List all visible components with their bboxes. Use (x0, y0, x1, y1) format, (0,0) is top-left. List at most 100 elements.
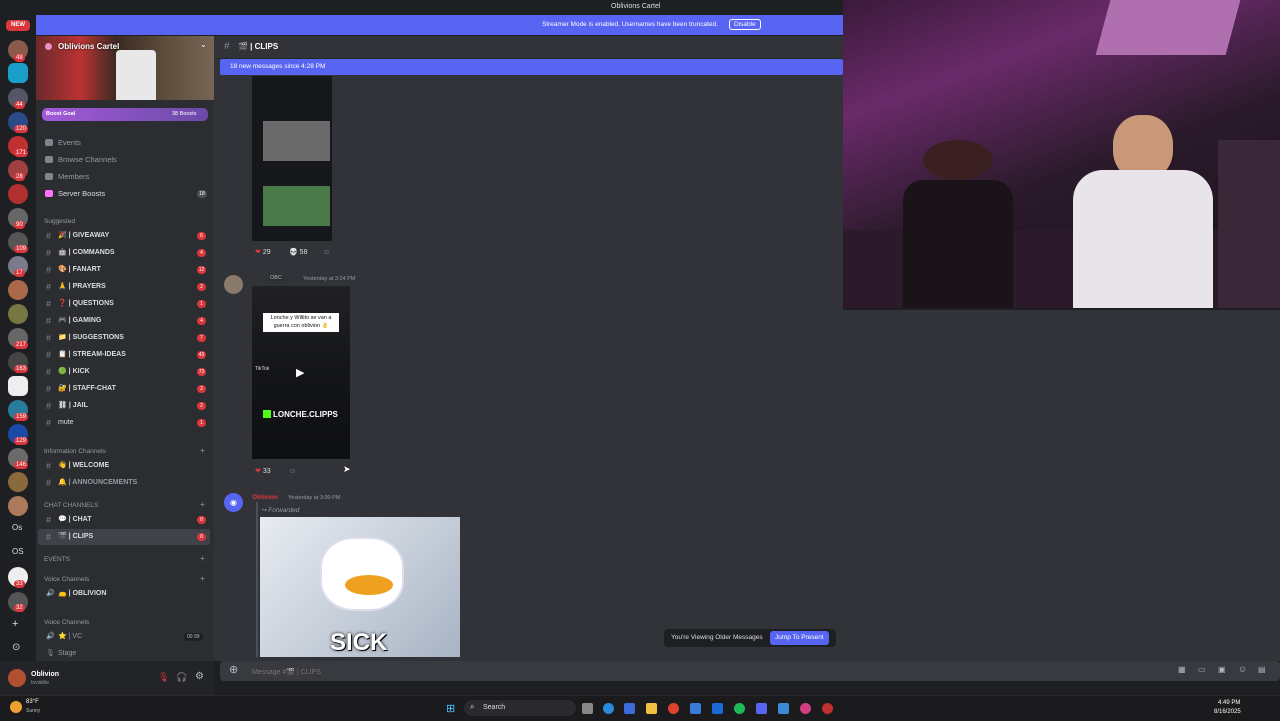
mouse-cursor: ➤ (343, 464, 351, 474)
calendar-icon (45, 139, 53, 146)
task-view-icon[interactable] (582, 703, 593, 714)
channel-clips-active[interactable]: # 🎬 | CLIPS 8 (38, 529, 210, 545)
app-icon[interactable] (778, 703, 789, 714)
video-attachment[interactable]: Lonche y Willito se van a guerra con obl… (252, 286, 350, 459)
channel-kick[interactable]: # 🟢 | KICK 73 (36, 364, 214, 380)
gift-icon[interactable]: ▦ (1178, 665, 1186, 674)
channel-staff-chat[interactable]: # 🔐 | STAFF-CHAT 2 (36, 381, 214, 397)
weather-temp[interactable]: 83°F (26, 699, 39, 705)
file-explorer-icon[interactable] (646, 703, 657, 714)
person-head (923, 140, 993, 180)
server-icon[interactable] (8, 496, 28, 516)
section-events[interactable]: EVENTS (44, 556, 70, 563)
sticker-icon[interactable]: ▣ (1218, 665, 1226, 674)
server-icon-active[interactable] (8, 63, 28, 83)
add-channel-icon[interactable]: + (200, 554, 205, 563)
reaction-heart[interactable]: ❤ 29 (255, 247, 271, 259)
apps-icon[interactable]: ▤ (1258, 665, 1266, 674)
gif-attachment[interactable]: SICK (260, 517, 460, 657)
channel-questions[interactable]: # ❓ | QUESTIONS 1 (36, 296, 214, 312)
channel-welcome[interactable]: # 👋 | WELCOME (36, 458, 214, 474)
section-voice-2[interactable]: Voice Channels (44, 619, 89, 626)
play-icon[interactable]: ▶ (296, 366, 304, 379)
server-icon[interactable] (8, 184, 28, 204)
discord-icon[interactable] (756, 703, 767, 714)
section-suggested[interactable]: Suggested (44, 218, 75, 225)
discord-avatar-icon[interactable]: ◉ (224, 493, 243, 512)
section-information[interactable]: Information Channels (44, 448, 106, 455)
channel-chat[interactable]: # 💬 | CHAT 8 (36, 512, 214, 528)
clock-date[interactable]: 8/16/2025 (1214, 709, 1241, 715)
avatar[interactable] (8, 669, 26, 687)
message-author[interactable]: Oblivion (252, 494, 278, 501)
store-icon[interactable] (690, 703, 701, 714)
voice-channel-vc[interactable]: 🔊 ⭐ | VC 00 99 (36, 629, 214, 645)
channel-fanart[interactable]: # 🎨 | FANART 12 (36, 262, 214, 278)
menu-events[interactable]: Events (58, 138, 81, 147)
explore-icon[interactable]: ⊙ (12, 642, 20, 653)
emoji-icon[interactable]: ☺ (1238, 664, 1247, 674)
boost-goal-bar[interactable]: Boost Goal 38 Boosts (42, 108, 208, 121)
copilot-icon[interactable] (624, 703, 635, 714)
section-chat[interactable]: CHAT CHANNELS (44, 502, 98, 509)
disable-streamer-button[interactable]: Disable (729, 19, 761, 30)
channel-giveaway[interactable]: # 🎉 | GIVEAWAY 6 (36, 228, 214, 244)
server-name[interactable]: Oblivions Cartel (58, 42, 119, 51)
menu-members[interactable]: Members (58, 172, 89, 181)
window-titlebar: Oblivions Cartel (36, 0, 843, 15)
weather-desc: Sunny (26, 708, 41, 714)
server-initials[interactable]: Os (12, 523, 22, 532)
deafen-icon[interactable]: 🎧 (176, 672, 187, 683)
server-icon[interactable] (8, 472, 28, 492)
rail-badge: 33 (14, 580, 25, 588)
edge-icon[interactable] (603, 703, 614, 714)
server-icon[interactable] (8, 304, 28, 324)
obs-icon[interactable] (822, 703, 833, 714)
mute-mic-icon[interactable]: 🎙 (158, 672, 169, 683)
gif-icon[interactable]: ▭ (1198, 665, 1206, 674)
channel-mute[interactable]: # mute 1 (36, 415, 214, 431)
outlook-icon[interactable] (712, 703, 723, 714)
message-input[interactable] (250, 664, 754, 680)
chevron-down-icon[interactable]: ⌄ (200, 40, 207, 49)
jump-to-present-button[interactable]: Jump To Present (770, 631, 829, 645)
menu-server-boosts[interactable]: Server Boosts (58, 189, 105, 198)
server-initials[interactable]: OS (12, 547, 24, 556)
add-reaction-icon[interactable]: ☺ (323, 247, 330, 259)
stage-channel[interactable]: 🎙 Stage (36, 646, 214, 662)
voice-channel-oblivion[interactable]: 🔊 👝 | OBLIVION (36, 586, 214, 602)
chrome-icon[interactable] (668, 703, 679, 714)
channel-jail[interactable]: # ⛓ | JAIL 2 (36, 398, 214, 414)
add-channel-icon[interactable]: + (200, 446, 205, 455)
settings-gear-icon[interactable]: ⚙ (195, 671, 204, 682)
clock-time[interactable]: 4:49 PM (1218, 700, 1240, 706)
menu-browse-channels[interactable]: Browse Channels (58, 155, 117, 164)
attach-plus-icon[interactable]: ⊕ (229, 663, 238, 676)
channel-stream-ideas[interactable]: # 📋 | STREAM-IDEAS 43 (36, 347, 214, 363)
channel-suggestions[interactable]: # 📁 | SUGGESTIONS 7 (36, 330, 214, 346)
avatar[interactable] (224, 275, 243, 294)
windows-start-icon[interactable]: ⊞ (446, 702, 455, 715)
add-server-icon[interactable]: + (12, 618, 18, 630)
gif-caption: SICK (330, 629, 388, 656)
channel-announcements[interactable]: # 🔔 | ANNOUNCEMENTS (36, 475, 214, 491)
reaction-skull[interactable]: 💀 58 (289, 247, 307, 259)
person-partial (1218, 140, 1280, 308)
channel-gaming[interactable]: # 🎮 | GAMING 4 (36, 313, 214, 329)
server-icon[interactable] (8, 280, 28, 300)
app-icon[interactable] (800, 703, 811, 714)
add-channel-icon[interactable]: + (200, 574, 205, 583)
server-icon[interactable] (8, 376, 28, 396)
add-channel-icon[interactable]: + (200, 500, 205, 509)
reaction-heart[interactable]: ❤ 33 (255, 466, 271, 478)
channel-prayers[interactable]: # 🙏 | PRAYERS 2 (36, 279, 214, 295)
add-reaction-icon[interactable]: ☺ (289, 466, 296, 478)
image-attachment[interactable] (252, 76, 332, 241)
forwarded-label: ↪ Forwarded (261, 507, 300, 514)
spotify-icon[interactable] (734, 703, 745, 714)
new-badge[interactable]: NEW (6, 20, 30, 31)
channel-commands[interactable]: # 🤖 | COMMANDS 4 (36, 245, 214, 261)
taskbar-search[interactable]: ⌕ Search (464, 700, 576, 716)
new-messages-bar[interactable]: 18 new messages since 4:28 PM (220, 59, 843, 75)
section-voice[interactable]: Voice Channels (44, 576, 89, 583)
